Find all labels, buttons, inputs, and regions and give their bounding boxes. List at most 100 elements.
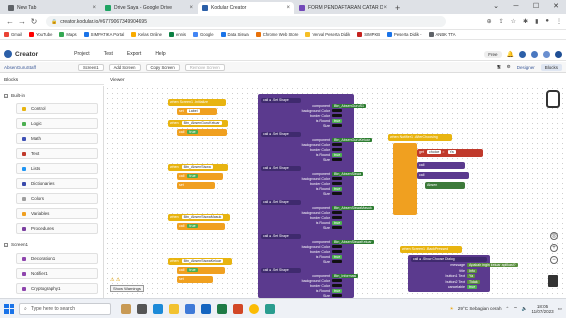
store-icon[interactable] — [531, 50, 538, 58]
recenter-icon[interactable]: ◎ — [550, 232, 558, 240]
call-set-shape-block[interactable]: call ● .Set Shape — [261, 98, 301, 103]
app-icon[interactable] — [265, 303, 275, 314]
after-choosing-event[interactable]: when Notifier1 .AfterChoosing — [388, 134, 452, 141]
set-shape-param[interactable]: component Btn_AbsenGuruS1 — [275, 104, 366, 108]
palette-item-procedures[interactable]: Procedures — [16, 223, 98, 234]
param-value[interactable]: Btn_AbsenGuruKeluar — [332, 138, 372, 142]
community-icon[interactable] — [519, 50, 526, 58]
dialog-param[interactable]: button1 Text Ya — [425, 274, 476, 278]
save-icon[interactable]: 🖫 — [497, 63, 501, 71]
set-shape-param[interactable]: background Color — [275, 177, 342, 181]
back-arrow-icon[interactable]: ← — [4, 17, 16, 26]
param-value[interactable] — [332, 114, 342, 117]
set-shape-param[interactable]: component Btn_AbsenSiswa — [275, 172, 364, 176]
set-shape-param[interactable]: component Btn_AbsenGuruKeluar — [275, 138, 372, 142]
new-tab-button[interactable]: + — [395, 2, 400, 14]
param-value[interactable]: true — [332, 119, 343, 123]
collapse-icon[interactable]: − — [4, 242, 8, 247]
volume-icon[interactable]: 🔈 — [522, 306, 528, 312]
set-shape-param[interactable]: is Round true — [275, 221, 343, 225]
param-value[interactable] — [332, 284, 342, 287]
builtin-group[interactable]: − Built-in — [4, 93, 25, 98]
param-value[interactable] — [332, 124, 342, 127]
param-value[interactable]: Btn_AbsenSiswaMasuk — [332, 206, 374, 210]
forward-arrow-icon[interactable]: → — [16, 17, 28, 26]
if-block[interactable] — [393, 143, 417, 215]
designer-tab[interactable]: Designer — [517, 65, 535, 70]
event-block[interactable]: when Btn_AbsenSiswa — [168, 164, 228, 171]
param-value[interactable]: true — [332, 153, 343, 157]
dialog-param[interactable]: title Info — [425, 268, 477, 273]
blocks-tab[interactable]: Blocks — [540, 63, 562, 71]
param-value[interactable]: Tidak — [467, 279, 480, 284]
close-tab-icon[interactable]: × — [92, 5, 96, 11]
set-shape-param[interactable]: component Btn_Informasi — [275, 274, 359, 278]
param-value[interactable] — [332, 158, 342, 161]
excel-app-icon[interactable] — [217, 303, 227, 314]
param-value[interactable] — [332, 182, 342, 185]
set-block[interactable]: call true — [177, 223, 225, 230]
menu-project[interactable]: Project — [74, 51, 90, 57]
zoom-out-icon[interactable]: − — [550, 256, 558, 264]
close-tab-icon[interactable]: × — [286, 5, 290, 11]
profile-icon[interactable]: ● — [545, 18, 549, 25]
dialog-param[interactable]: cancelable true — [425, 285, 478, 289]
windows-start-icon[interactable] — [4, 303, 14, 314]
bookmark-item[interactable]: ennis — [169, 32, 186, 37]
extensions-icon[interactable]: ✱ — [523, 18, 528, 25]
call-set-shape-block[interactable]: call ● .Set Shape — [261, 268, 301, 273]
copy-screen-button[interactable]: Copy Screen — [145, 63, 180, 71]
set-shape-param[interactable]: is Round true — [275, 187, 343, 191]
set-shape-param[interactable]: background Color — [275, 279, 342, 283]
collapse-icon[interactable]: − — [4, 93, 8, 98]
bookmark-item[interactable]: Peserta Didik - — [387, 32, 422, 37]
bookmark-item[interactable]: SIMPKB — [357, 32, 380, 37]
set-shape-param[interactable]: background Color — [275, 109, 342, 113]
more-icon[interactable]: ⋮ — [556, 18, 562, 25]
event-block[interactable]: when Btn_AbsenSiswaMasuk — [168, 214, 230, 221]
bookmark-item[interactable]: Gmail — [4, 32, 22, 37]
palette-item-control[interactable]: Control — [16, 103, 98, 114]
network-icon[interactable]: ⌔ — [513, 306, 517, 312]
param-value[interactable]: Btn_AbsenSiswa — [332, 172, 364, 176]
bookmark-item[interactable]: Kelas Online — [131, 32, 162, 37]
set-block[interactable]: set Label — [177, 108, 217, 115]
param-value[interactable]: true — [332, 221, 343, 225]
param-value[interactable]: Btn_AbsenGuruS1 — [332, 104, 366, 108]
set-shape-param[interactable]: is Round true — [275, 255, 343, 259]
palette-item-math[interactable]: Math — [16, 133, 98, 144]
tab-search-icon[interactable]: ⌄ — [486, 0, 506, 14]
reload-icon[interactable]: ↻ — [28, 17, 40, 26]
palette-item-colors[interactable]: Colors — [16, 193, 98, 204]
share-icon[interactable]: ⇪ — [499, 18, 504, 25]
minimize-icon[interactable]: ─ — [506, 0, 526, 14]
param-value[interactable]: Info — [467, 268, 477, 273]
notification-center-icon[interactable]: ▭ — [558, 306, 562, 312]
set-shape-param[interactable]: border Color — [275, 250, 342, 254]
param-value[interactable]: Apakah ingin keluar aplikasi? — [467, 263, 518, 267]
settings-gear-icon[interactable]: ⚙ — [507, 64, 511, 70]
powerpoint-app-icon[interactable] — [233, 303, 243, 314]
call-set-shape-block[interactable]: call ● .Set Shape — [261, 166, 301, 171]
param-value[interactable] — [332, 192, 342, 195]
bookmark-item[interactable]: Chrome Web Store — [255, 32, 298, 37]
set-shape-param[interactable]: background Color — [275, 143, 342, 147]
weather-icon[interactable]: ☀ — [450, 306, 454, 312]
compare-block[interactable]: get choice = Ya — [417, 149, 483, 157]
set-shape-param[interactable]: is Round true — [275, 289, 343, 293]
clock[interactable]: 18:05 11/07/2023 — [531, 304, 553, 314]
mail-app-icon[interactable] — [201, 303, 211, 314]
show-warnings-button[interactable]: Show Warnings — [110, 285, 144, 292]
browser-tab[interactable]: New Tab × — [4, 2, 100, 14]
event-block[interactable]: when Screen1 .Initialize — [168, 99, 226, 106]
bookmark-item[interactable]: YouTube — [28, 32, 52, 37]
palette-item-dictionaries[interactable]: Dictionaries — [16, 178, 98, 189]
set-shape-param[interactable]: is Round true — [275, 153, 343, 157]
browser-tab[interactable]: FORM PENDAFTARAN CATAR D × — [295, 2, 391, 14]
close-window-icon[interactable]: ✕ — [546, 0, 566, 14]
set-shape-param[interactable]: border Color — [275, 284, 342, 288]
bookmark-item[interactable]: Data Siswa — [220, 32, 249, 37]
add-screen-button[interactable]: Add Screen — [108, 63, 141, 71]
trash-icon[interactable] — [548, 275, 558, 287]
param-value[interactable] — [332, 143, 342, 146]
